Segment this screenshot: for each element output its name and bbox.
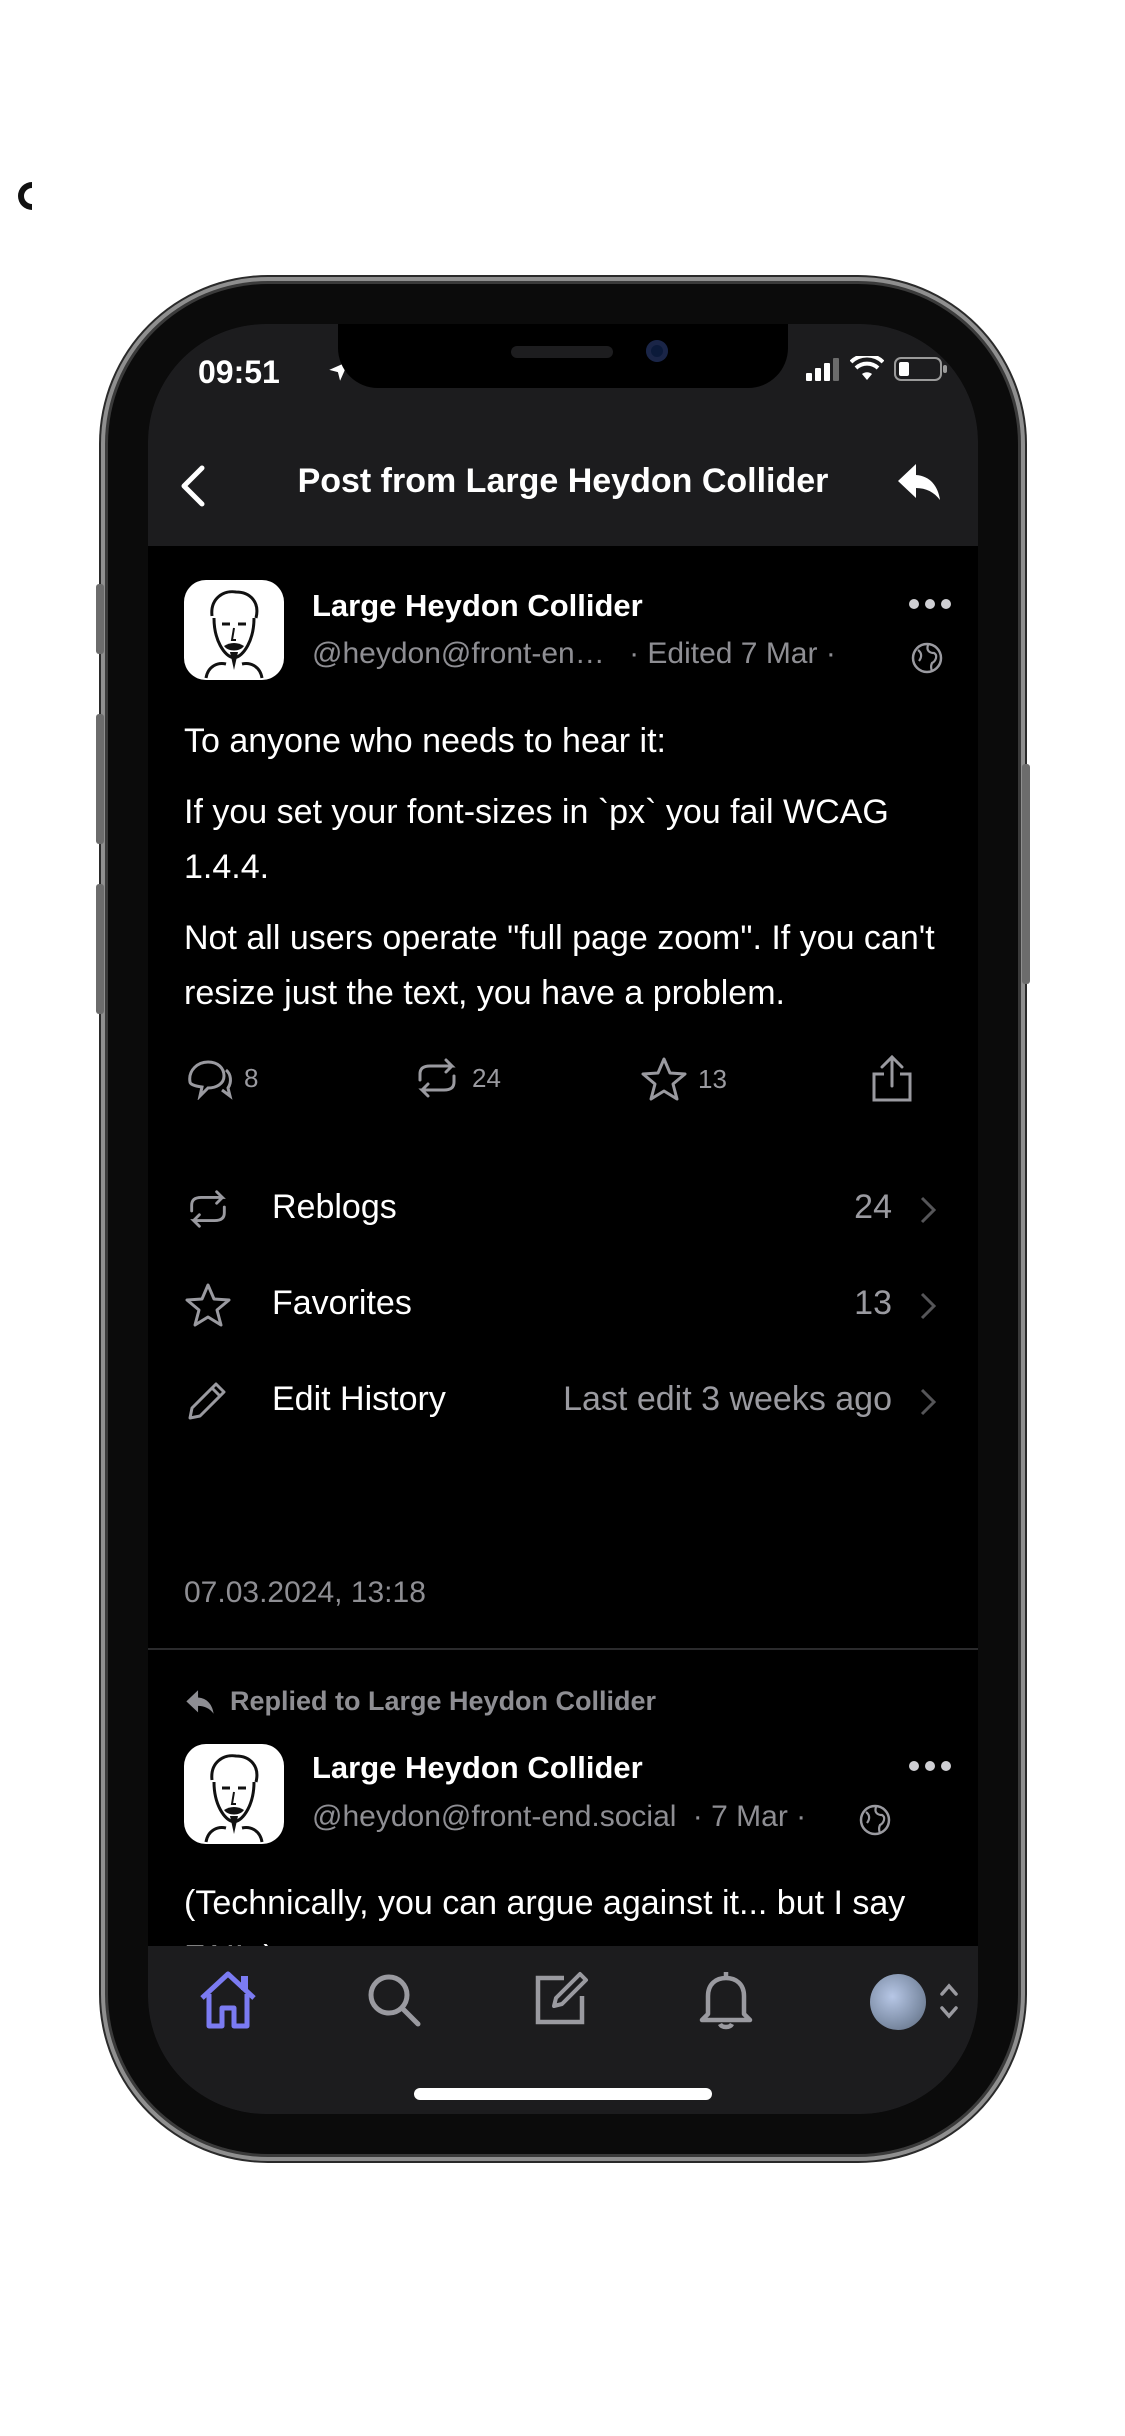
reblogs-count: 24 xyxy=(472,1062,501,1093)
edit-history-row[interactable]: Edit History Last edit 3 weeks ago xyxy=(184,1370,944,1430)
reblog-action[interactable]: 24 xyxy=(412,1056,501,1100)
replies-count: 8 xyxy=(244,1062,259,1093)
author-handle[interactable]: @heydon@front-en… xyxy=(312,637,605,670)
home-indicator xyxy=(414,2088,712,2100)
volume-up-button xyxy=(96,714,104,844)
author-portrait-icon xyxy=(204,590,264,679)
author-portrait-icon xyxy=(204,1754,264,1843)
author-meta-line: @heydon@front-en… · Edited 7 Mar · xyxy=(312,637,836,671)
page-title: Post from Large Heydon Collider xyxy=(297,462,829,500)
profile-avatar[interactable] xyxy=(870,1974,926,2030)
reply-context[interactable]: Replied to Large Heydon Collider xyxy=(184,1686,656,1717)
reply-context-label: Replied to Large Heydon Collider xyxy=(230,1686,657,1716)
favorites-value: 13 xyxy=(854,1284,892,1322)
reply-author-handle[interactable]: @heydon@front-end.social xyxy=(312,1800,676,1833)
chevron-right-icon xyxy=(920,1292,937,1320)
phone-frame: 09:51 Post from Large Heydon Collider La… xyxy=(96,284,1030,2154)
reblogs-row[interactable]: Reblogs 24 xyxy=(184,1178,944,1238)
reply-author-avatar[interactable] xyxy=(184,1744,284,1844)
wifi-icon xyxy=(850,356,884,380)
screen: 09:51 Post from Large Heydon Collider La… xyxy=(148,324,978,2114)
divider xyxy=(148,1648,978,1650)
globe-icon xyxy=(911,642,943,674)
share-icon[interactable] xyxy=(868,1054,916,1104)
star-icon xyxy=(185,1283,231,1327)
chevron-right-icon xyxy=(920,1196,937,1224)
post-date: 07.03.2024, 13:18 xyxy=(184,1576,426,1609)
speaker xyxy=(511,346,613,358)
tab-bar xyxy=(148,1946,978,2114)
account-switcher-chevrons-icon[interactable] xyxy=(938,1976,960,2026)
favorites-row[interactable]: Favorites 13 xyxy=(184,1274,944,1334)
post-paragraph: Not all users operate "full page zoom". … xyxy=(184,919,935,1012)
status-icons xyxy=(806,356,948,382)
reply-body: (Technically, you can argue against it..… xyxy=(184,1884,906,1946)
favorites-count: 13 xyxy=(698,1063,727,1094)
post-thread: Large Heydon Collider @heydon@front-en… … xyxy=(148,546,978,1946)
reply-meta: · 7 Mar · xyxy=(692,1800,807,1833)
reply-icon xyxy=(186,1689,214,1714)
more-options-icon[interactable] xyxy=(908,1760,952,1772)
author-name[interactable]: Large Heydon Collider xyxy=(312,588,643,624)
notch xyxy=(338,324,788,388)
reply-author-name[interactable]: Large Heydon Collider xyxy=(312,1750,643,1786)
notifications-tab-icon[interactable] xyxy=(694,1968,758,2032)
status-time: 09:51 xyxy=(198,354,280,390)
back-chevron-icon[interactable] xyxy=(176,464,212,508)
reply-action[interactable]: 8 xyxy=(184,1056,258,1100)
author-avatar[interactable] xyxy=(184,580,284,680)
navigation-bar: Post from Large Heydon Collider xyxy=(148,424,978,546)
cellular-signal-icon xyxy=(806,358,839,381)
reply-icon[interactable] xyxy=(896,462,942,502)
post-meta: · Edited 7 Mar · xyxy=(629,637,836,670)
corner-mark xyxy=(18,182,32,210)
edit-history-label: Edit History xyxy=(272,1380,446,1418)
favorites-label: Favorites xyxy=(272,1284,412,1322)
camera xyxy=(646,340,668,362)
globe-icon xyxy=(859,1804,891,1836)
post-paragraph: If you set your font-sizes in `px` you f… xyxy=(184,793,889,886)
reblogs-value: 24 xyxy=(854,1188,892,1226)
battery-icon xyxy=(894,357,947,381)
more-options-icon[interactable] xyxy=(908,598,952,610)
star-icon xyxy=(641,1057,687,1101)
reblog-icon xyxy=(190,1190,226,1228)
search-tab-icon[interactable] xyxy=(362,1968,426,2032)
reblog-icon xyxy=(418,1058,456,1098)
reblogs-label: Reblogs xyxy=(272,1188,397,1226)
post-body: To anyone who needs to hear it: If you s… xyxy=(184,714,944,1037)
edit-history-value: Last edit 3 weeks ago xyxy=(563,1380,892,1418)
reply-meta-line: @heydon@front-end.social · 7 Mar · xyxy=(312,1800,806,1834)
chevron-right-icon xyxy=(920,1388,937,1416)
replies-icon xyxy=(188,1060,233,1100)
post-paragraph: To anyone who needs to hear it: xyxy=(184,722,666,760)
compose-tab-icon[interactable] xyxy=(528,1968,592,2032)
volume-down-button xyxy=(96,884,104,1014)
favorite-action[interactable]: 13 xyxy=(640,1056,727,1102)
home-tab-icon[interactable] xyxy=(196,1968,260,2032)
pencil-icon xyxy=(188,1382,226,1420)
power-button xyxy=(1022,764,1030,984)
silent-switch xyxy=(96,584,104,654)
